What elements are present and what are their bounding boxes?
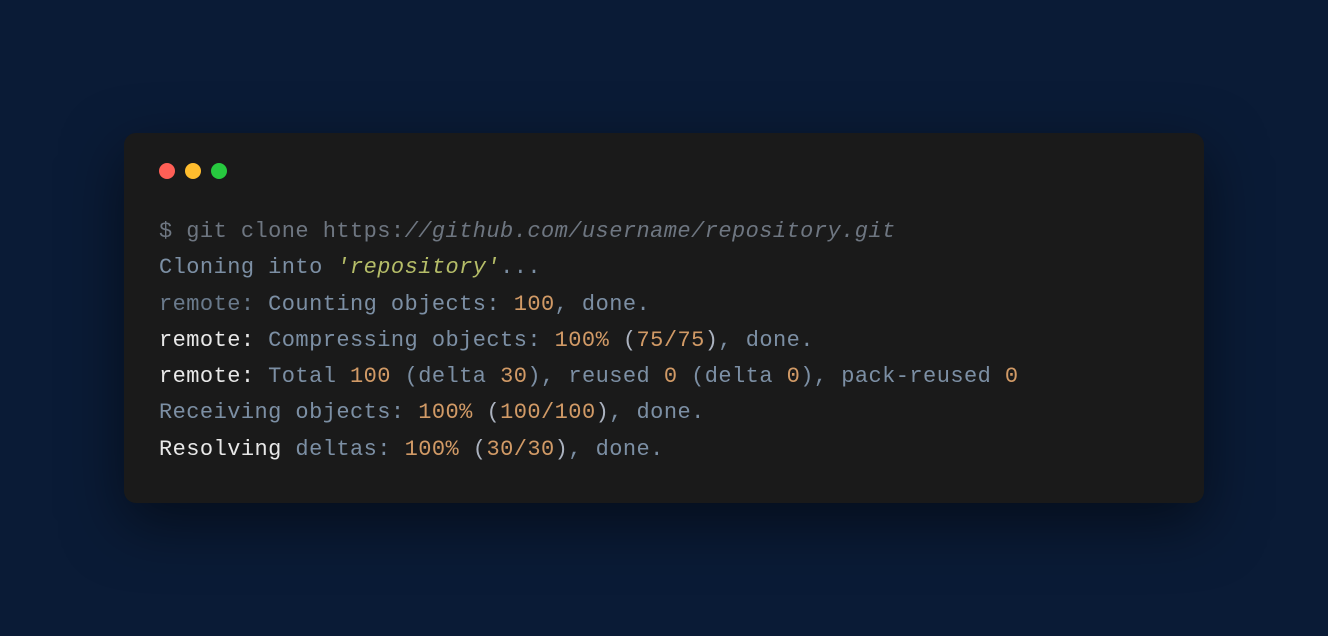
output-line: remote: Compressing objects: 100% (75/75… bbox=[159, 323, 1169, 359]
paren: ( bbox=[486, 400, 500, 425]
paren: ) bbox=[555, 437, 569, 462]
paren: ) bbox=[596, 400, 610, 425]
window-controls bbox=[159, 163, 1169, 179]
output-text: Compressing objects: bbox=[268, 328, 555, 353]
fraction-value: 30/30 bbox=[486, 437, 554, 462]
minimize-icon[interactable] bbox=[185, 163, 201, 179]
fraction-value: 75/75 bbox=[637, 328, 705, 353]
output-text: Resolving bbox=[159, 437, 295, 462]
space bbox=[473, 400, 487, 425]
repo-name: 'repository' bbox=[336, 255, 500, 280]
output-text: Counting objects: bbox=[268, 292, 514, 317]
number-value: 0 bbox=[664, 364, 678, 389]
output-text: , done. bbox=[568, 437, 664, 462]
output-text: , done. bbox=[718, 328, 814, 353]
paren: ( bbox=[473, 437, 487, 462]
remote-prefix: remote: bbox=[159, 364, 268, 389]
remote-prefix: remote: bbox=[159, 292, 268, 317]
paren: ) bbox=[705, 328, 719, 353]
output-line: Cloning into 'repository'... bbox=[159, 250, 1169, 286]
output-line: remote: Counting objects: 100, done. bbox=[159, 287, 1169, 323]
paren: ( bbox=[623, 328, 637, 353]
paren: ) bbox=[527, 364, 541, 389]
output-text: (delta bbox=[391, 364, 500, 389]
number-value: 0 bbox=[787, 364, 801, 389]
command-line: $ git clone https://github.com/username/… bbox=[159, 214, 1169, 250]
output-line: Resolving deltas: 100% (30/30), done. bbox=[159, 432, 1169, 468]
number-value: 30 bbox=[500, 364, 527, 389]
output-text: deltas: bbox=[295, 437, 404, 462]
output-line: Receiving objects: 100% (100/100), done. bbox=[159, 395, 1169, 431]
maximize-icon[interactable] bbox=[211, 163, 227, 179]
output-text: , done. bbox=[609, 400, 705, 425]
number-value: 100 bbox=[350, 364, 391, 389]
percent-value: 100% bbox=[405, 437, 460, 462]
output-text: Total bbox=[268, 364, 350, 389]
output-text: Cloning into bbox=[159, 255, 336, 280]
close-icon[interactable] bbox=[159, 163, 175, 179]
output-text: , pack-reused bbox=[814, 364, 1005, 389]
output-line: remote: Total 100 (delta 30), reused 0 (… bbox=[159, 359, 1169, 395]
space bbox=[459, 437, 473, 462]
terminal-window: $ git clone https://github.com/username/… bbox=[124, 133, 1204, 503]
url-text: //github.com/username/repository.git bbox=[405, 219, 896, 244]
fraction-value: 100/100 bbox=[500, 400, 596, 425]
percent-value: 100% bbox=[418, 400, 473, 425]
space bbox=[609, 328, 623, 353]
number-value: 100 bbox=[514, 292, 555, 317]
number-value: 0 bbox=[1005, 364, 1019, 389]
percent-value: 100% bbox=[555, 328, 610, 353]
terminal-output: $ git clone https://github.com/username/… bbox=[159, 214, 1169, 468]
output-text: ... bbox=[500, 255, 541, 280]
prompt-text: $ git clone https: bbox=[159, 219, 405, 244]
output-text: , done. bbox=[555, 292, 651, 317]
paren: ) bbox=[800, 364, 814, 389]
output-text: (delta bbox=[677, 364, 786, 389]
output-text: , reused bbox=[541, 364, 664, 389]
remote-prefix: remote: bbox=[159, 328, 268, 353]
output-text: Receiving objects: bbox=[159, 400, 418, 425]
